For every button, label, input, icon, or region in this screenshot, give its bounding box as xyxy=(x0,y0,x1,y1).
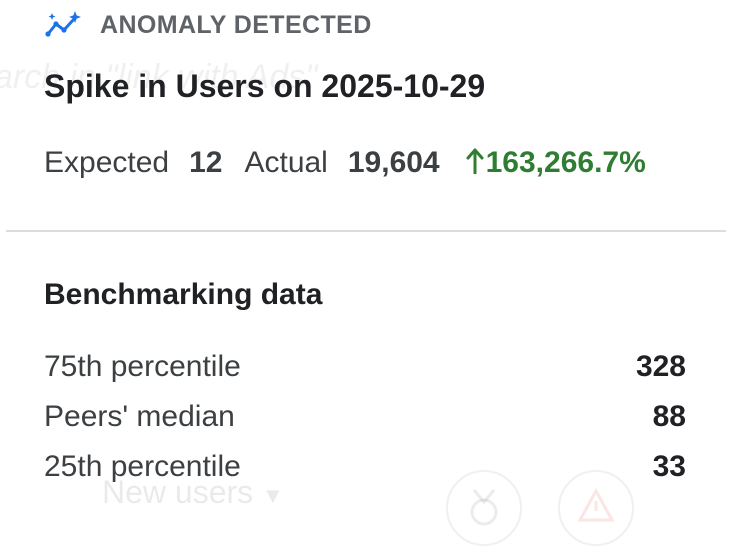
anomaly-detected-label: ANOMALY DETECTED xyxy=(100,10,372,39)
section-divider xyxy=(6,230,726,232)
benchmark-row: 25th percentile 33 xyxy=(44,450,686,484)
sparkle-trend-icon xyxy=(44,10,82,40)
actual-label: Actual xyxy=(244,146,328,179)
benchmark-row: Peers' median 88 xyxy=(44,400,686,434)
delta-value: 163,266.7% xyxy=(485,146,646,179)
delta-percentage: 163,266.7% xyxy=(466,146,646,180)
arrow-up-icon xyxy=(466,146,486,180)
benchmark-row: 75th percentile 328 xyxy=(44,350,686,384)
chevron-down-icon: ▼ xyxy=(262,483,284,508)
anomaly-stats: Expected 12 Actual 19,604 163,266.7% xyxy=(44,146,646,180)
actual-value: 19,604 xyxy=(347,146,440,179)
benchmark-label: 25th percentile xyxy=(44,450,241,483)
benchmark-value: 88 xyxy=(652,400,686,433)
anomaly-header: ANOMALY DETECTED xyxy=(44,8,372,42)
benchmark-label: Peers' median xyxy=(44,400,235,433)
benchmark-value: 328 xyxy=(635,350,686,383)
expected-label: Expected xyxy=(44,146,170,179)
benchmarking-title: Benchmarking data xyxy=(44,278,323,311)
benchmark-value: 33 xyxy=(652,450,686,483)
expected-value: 12 xyxy=(189,146,223,179)
benchmark-label: 75th percentile xyxy=(44,350,241,383)
anomaly-title: Spike in Users on 2025-10-29 xyxy=(44,68,486,104)
